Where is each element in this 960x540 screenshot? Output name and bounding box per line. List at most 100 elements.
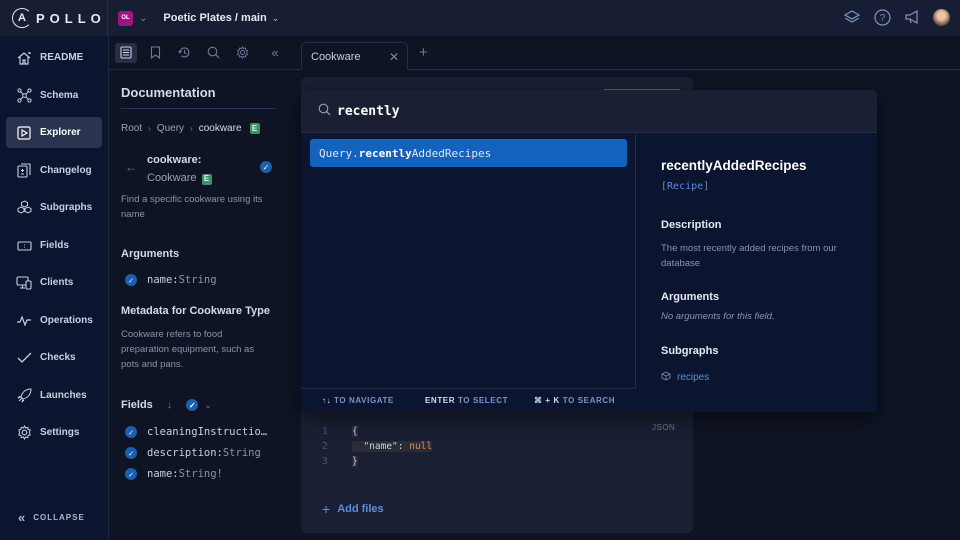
search-results: Query. recently AddedRecipes xyxy=(301,133,636,388)
hint-select: ENTER TO SELECT xyxy=(425,396,509,405)
subgraph-name: recipes xyxy=(677,372,710,383)
sidebar-item-operations[interactable]: Operations xyxy=(6,305,102,336)
detail-subgraphs-title: Subgraphs xyxy=(661,345,719,357)
graph-selector[interactable]: Poetic Plates / main xyxy=(163,12,266,24)
graph-chevron-down-icon[interactable]: ⌄ xyxy=(272,13,280,24)
sidebar-item-settings[interactable]: Settings xyxy=(6,417,102,448)
field-checkbox[interactable]: ✓ xyxy=(125,447,137,459)
code-value: null xyxy=(409,441,433,452)
field-type: String! xyxy=(178,468,223,480)
logo-mark: A xyxy=(12,8,32,28)
schema-stack-icon[interactable] xyxy=(843,8,861,26)
sidebar-item-label: Operations xyxy=(40,315,93,326)
search-input[interactable] xyxy=(337,103,737,119)
chevron-right-icon: › xyxy=(190,124,193,133)
field-heading: cookware: Cookware E xyxy=(147,151,212,187)
field-row[interactable]: ✓ cleaningInstructio… xyxy=(125,426,267,438)
sidebar-item-checks[interactable]: Checks xyxy=(6,342,102,373)
back-arrow-icon[interactable]: ← xyxy=(125,160,137,174)
house-icon xyxy=(16,50,32,66)
field-type[interactable]: Cookware xyxy=(147,172,197,184)
return-type-link[interactable]: Recipe xyxy=(667,181,703,192)
apollo-logo[interactable]: A POLLO xyxy=(0,0,108,36)
detail-title: recentlyAddedRecipes xyxy=(661,158,807,173)
sidebar-item-clients[interactable]: Clients xyxy=(6,267,102,298)
settings-icon[interactable] xyxy=(231,43,253,63)
argument-type: String xyxy=(178,274,217,286)
sidebar-item-changelog[interactable]: Changelog xyxy=(6,155,102,186)
result-suffix: AddedRecipes xyxy=(411,146,492,160)
search-icon xyxy=(318,103,331,119)
operation-tabs: Cookware ✕ + xyxy=(295,36,960,70)
cube-icon xyxy=(661,371,671,384)
chevron-down-icon[interactable]: ⌄ xyxy=(204,400,212,411)
search-result-item[interactable]: Query. recently AddedRecipes xyxy=(310,139,627,167)
megaphone-icon[interactable] xyxy=(903,8,921,26)
search-icon[interactable] xyxy=(202,43,224,63)
history-icon[interactable] xyxy=(173,43,195,63)
sidebar-item-label: Schema xyxy=(40,90,79,101)
documentation-icon[interactable] xyxy=(115,42,137,63)
argument-checkbox[interactable]: ✓ xyxy=(125,274,137,286)
breadcrumb-root[interactable]: Root xyxy=(121,123,142,134)
field-type: String xyxy=(222,447,261,459)
org-chevron-down-icon[interactable]: ⌄ xyxy=(139,13,147,24)
field-row[interactable]: ✓ description: String xyxy=(125,447,261,459)
tab-cookware[interactable]: Cookware ✕ xyxy=(301,42,408,70)
user-avatar[interactable] xyxy=(933,8,950,26)
subgraph-link[interactable]: recipes xyxy=(661,371,709,384)
fields-header: Fields ↓ ✓ ⌄ xyxy=(121,399,212,411)
field-row[interactable]: ✓ name: String! xyxy=(125,468,223,480)
devices-icon xyxy=(16,275,32,291)
collapse-sidebar-button[interactable]: « COLLAPSE xyxy=(18,510,85,525)
org-badge[interactable]: OL xyxy=(118,10,133,26)
add-tab-icon[interactable]: + xyxy=(419,44,428,61)
field-selected-checkbox[interactable]: ✓ xyxy=(260,161,272,173)
fields-icon xyxy=(16,238,32,254)
argument-row[interactable]: ✓ name: String xyxy=(125,274,217,286)
select-all-fields-checkbox[interactable]: ✓ xyxy=(186,399,199,411)
bookmark-icon[interactable] xyxy=(144,43,166,63)
variables-editor[interactable]: 1{ 2 "name": null 3} xyxy=(322,424,433,469)
sidebar-item-label: Subgraphs xyxy=(40,202,93,213)
sort-arrow-down-icon[interactable]: ↓ xyxy=(167,399,173,411)
breadcrumb-current: cookware xyxy=(198,123,242,134)
collapse-label: COLLAPSE xyxy=(33,513,85,522)
field-checkbox[interactable]: ✓ xyxy=(125,468,137,480)
field-name: name: xyxy=(147,468,179,480)
line-number: 2 xyxy=(322,441,328,452)
sidebar-item-schema[interactable]: Schema xyxy=(6,80,102,111)
divider xyxy=(121,108,276,109)
sidebar-item-fields[interactable]: Fields xyxy=(6,230,102,261)
gear-icon xyxy=(16,425,32,441)
field-name: description: xyxy=(147,447,223,459)
breadcrumb-query[interactable]: Query xyxy=(157,123,184,134)
detail-return-type: [Recipe] xyxy=(661,181,710,192)
detail-arguments-title: Arguments xyxy=(661,291,720,303)
arguments-title: Arguments xyxy=(121,248,180,260)
sidebar-item-subgraphs[interactable]: Subgraphs xyxy=(6,192,102,223)
format-label[interactable]: JSON xyxy=(652,423,675,432)
field-name: cleaningInstructio… xyxy=(147,426,268,438)
schema-search-modal: Query.recentlyAddedRecipes ↑↓ TO NAVIGAT… xyxy=(301,90,877,412)
sidebar-item-label: Fields xyxy=(40,240,69,251)
field-name: cookware: xyxy=(147,154,202,166)
help-icon[interactable]: ? xyxy=(873,8,891,26)
checkmark-icon xyxy=(16,350,32,366)
add-files-button[interactable]: + Add files xyxy=(322,501,384,517)
result-match: recently xyxy=(358,146,412,160)
sidebar-item-explorer[interactable]: Explorer xyxy=(6,117,102,148)
chevron-right-icon: › xyxy=(148,124,151,133)
collapse-panel-icon[interactable]: « xyxy=(264,43,286,63)
field-checkbox[interactable]: ✓ xyxy=(125,426,137,438)
sidebar-item-readme[interactable]: README xyxy=(6,42,102,73)
entity-badge: E xyxy=(201,173,212,185)
sidebar-item-launches[interactable]: Launches xyxy=(6,380,102,411)
metadata-description: Cookware refers to food preparation equi… xyxy=(121,329,255,370)
docs-title: Documentation xyxy=(121,85,216,100)
close-tab-icon[interactable]: ✕ xyxy=(389,50,399,64)
pulse-icon xyxy=(16,313,32,329)
docs-toolbar: « xyxy=(109,36,295,70)
top-bar: A POLLO OL ⌄ Poetic Plates / main ⌄ ? xyxy=(0,0,960,36)
plus-icon: + xyxy=(322,501,331,517)
